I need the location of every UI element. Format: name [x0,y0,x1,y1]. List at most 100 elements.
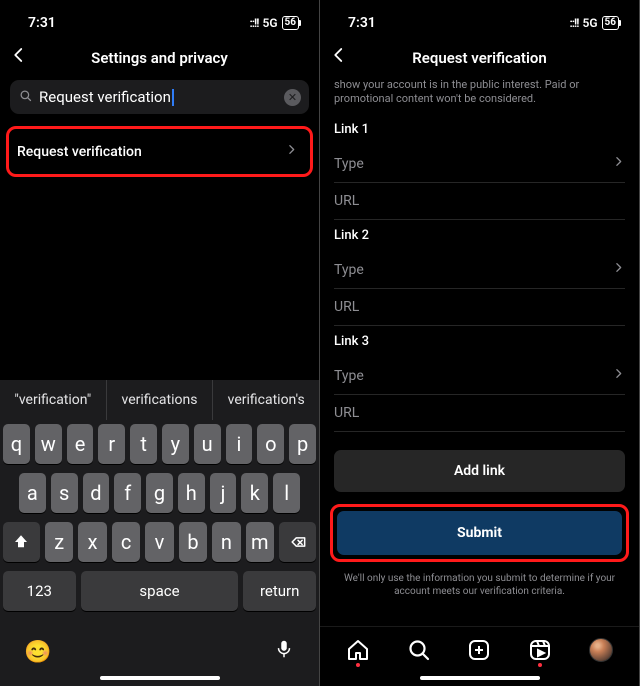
key-d[interactable]: d [83,473,110,513]
link-label: Link 1 [334,122,625,137]
back-button[interactable] [10,46,28,64]
submit-highlight: Submit [330,504,629,562]
keyboard-suggestions: "verification" verifications verificatio… [0,380,319,420]
chevron-right-icon [612,261,625,278]
key-row-3: z x c v b n m [3,522,316,562]
phone-settings-screen: 7:31 ::!! 5G 56 Settings and privacy Req… [0,0,320,686]
signal-icon: ::!! [250,16,259,30]
header: Settings and privacy [0,40,319,76]
key-x[interactable]: x [78,522,106,562]
link-type-field[interactable]: Type [334,145,625,183]
key-z[interactable]: z [45,522,73,562]
tab-create[interactable] [466,637,492,663]
network-label: 5G [262,16,277,30]
home-indicator[interactable] [420,676,540,680]
link-section-2: Link 2 Type URL [334,228,625,326]
search-container: Request verification ✕ [0,76,319,122]
key-row-4: 123 space return [3,571,316,611]
key-123[interactable]: 123 [3,571,76,611]
notification-dot-icon [356,663,360,667]
key-w[interactable]: w [35,424,62,464]
key-b[interactable]: b [179,522,207,562]
suggestion[interactable]: verification's [213,380,319,420]
key-s[interactable]: s [51,473,78,513]
key-t[interactable]: t [130,424,157,464]
key-h[interactable]: h [178,473,205,513]
key-l[interactable]: l [273,473,300,513]
link-url-field[interactable]: URL [334,289,625,326]
key-y[interactable]: y [162,424,189,464]
home-indicator[interactable] [100,676,220,680]
status-bar: 7:31 ::!! 5G 56 [320,0,639,40]
emoji-button[interactable]: 😊 [24,640,51,665]
link-type-field[interactable]: Type [334,357,625,395]
key-m[interactable]: m [246,522,274,562]
text-cursor [172,89,174,106]
key-row-2: a s d f g h j k l [3,473,316,513]
link-url-field[interactable]: URL [334,395,625,432]
link-url-field[interactable]: URL [334,183,625,220]
network-label: 5G [582,16,597,30]
key-k[interactable]: k [241,473,268,513]
key-space[interactable]: space [81,571,239,611]
key-row-1: q w e r t y u i o p [3,424,316,464]
tab-home[interactable] [345,637,371,663]
link-type-field[interactable]: Type [334,251,625,289]
key-o[interactable]: o [257,424,284,464]
phone-verification-form-screen: 7:31 ::!! 5G 56 Request verification sho… [320,0,640,686]
footnote-text: We'll only use the information you submi… [340,572,619,598]
key-backspace[interactable] [279,522,316,562]
link-section-3: Link 3 Type URL [334,334,625,432]
notification-dot-icon [538,663,542,667]
key-g[interactable]: g [146,473,173,513]
link-label: Link 2 [334,228,625,243]
add-link-button[interactable]: Add link [334,450,625,492]
key-i[interactable]: i [226,424,253,464]
tab-bar [320,626,639,672]
signal-icon: ::!! [570,16,579,30]
status-icons: ::!! 5G 56 [570,16,620,30]
key-f[interactable]: f [114,473,141,513]
key-a[interactable]: a [19,473,46,513]
status-bar: 7:31 ::!! 5G 56 [0,0,319,40]
key-e[interactable]: e [67,424,94,464]
key-q[interactable]: q [3,424,30,464]
keyboard: "verification" verifications verificatio… [0,380,319,686]
key-r[interactable]: r [98,424,125,464]
chevron-right-icon [285,143,298,160]
key-p[interactable]: p [289,424,316,464]
header: Request verification [320,40,639,76]
suggestion[interactable]: "verification" [0,380,107,420]
chevron-right-icon [612,367,625,384]
search-icon [18,88,33,107]
key-v[interactable]: v [145,522,173,562]
key-u[interactable]: u [194,424,221,464]
tab-search[interactable] [406,637,432,663]
description-text: show your account is in the public inter… [334,78,625,106]
key-c[interactable]: c [112,522,140,562]
result-label: Request verification [17,144,142,160]
key-return[interactable]: return [243,571,316,611]
tab-profile[interactable] [588,637,614,663]
keyboard-bottom-row: 😊 [0,626,319,672]
battery-icon: 56 [602,16,619,30]
key-n[interactable]: n [212,522,240,562]
page-title: Request verification [412,49,546,67]
status-time: 7:31 [348,15,376,31]
search-input[interactable]: Request verification ✕ [10,80,309,114]
key-j[interactable]: j [210,473,237,513]
battery-icon: 56 [282,16,299,30]
page-title: Settings and privacy [91,49,228,67]
link-section-1: Link 1 Type URL [334,122,625,220]
back-button[interactable] [330,46,348,64]
tab-reels[interactable] [527,637,553,663]
suggestion[interactable]: verifications [107,380,214,420]
status-icons: ::!! 5G 56 [250,16,300,30]
submit-button[interactable]: Submit [337,511,622,555]
status-time: 7:31 [28,15,56,31]
search-result-request-verification[interactable]: Request verification [6,126,313,177]
chevron-right-icon [612,155,625,172]
key-shift[interactable] [3,522,40,562]
dictation-button[interactable] [273,638,295,666]
clear-search-button[interactable]: ✕ [284,89,301,106]
